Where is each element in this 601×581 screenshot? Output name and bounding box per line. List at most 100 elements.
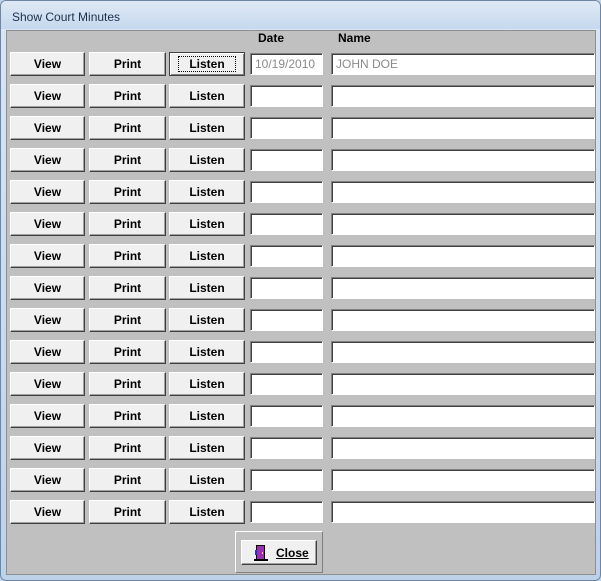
view-button[interactable]: View (10, 500, 85, 524)
listen-button-label: Listen (189, 153, 225, 167)
name-field[interactable] (331, 245, 595, 267)
date-field[interactable] (250, 501, 323, 523)
listen-button[interactable]: Listen (169, 436, 245, 460)
view-button[interactable]: View (10, 404, 85, 428)
view-button-label: View (33, 121, 62, 135)
listen-button-label: Listen (189, 377, 225, 391)
listen-button[interactable]: Listen (169, 180, 245, 204)
close-button[interactable]: Close (241, 540, 317, 565)
date-field[interactable] (250, 181, 323, 203)
date-field[interactable] (250, 341, 323, 363)
date-field[interactable] (250, 437, 323, 459)
name-field[interactable] (331, 405, 595, 427)
print-button-label: Print (113, 409, 142, 423)
minutes-row: View Print Listen 10/19/2010 JOHN DOE (7, 52, 597, 78)
date-field[interactable]: 10/19/2010 (250, 53, 323, 75)
listen-button[interactable]: Listen (169, 276, 245, 300)
minutes-panel: Date Name View Print Listen 10/19/2010 JOHN … (6, 30, 596, 575)
name-field[interactable] (331, 469, 595, 491)
view-button[interactable]: View (10, 340, 85, 364)
print-button-label: Print (113, 313, 142, 327)
listen-button[interactable]: Listen (169, 52, 245, 76)
view-button[interactable]: View (10, 308, 85, 332)
view-button[interactable]: View (10, 180, 85, 204)
listen-button[interactable]: Listen (169, 404, 245, 428)
print-button[interactable]: Print (89, 340, 166, 364)
listen-button[interactable]: Listen (169, 308, 245, 332)
listen-button-label: Listen (189, 121, 225, 135)
listen-button[interactable]: Listen (169, 212, 245, 236)
view-button-label: View (33, 473, 62, 487)
print-button[interactable]: Print (89, 116, 166, 140)
listen-button[interactable]: Listen (169, 372, 245, 396)
name-column-header: Name (338, 31, 371, 45)
date-field[interactable] (250, 213, 323, 235)
view-button[interactable]: View (10, 276, 85, 300)
print-button-label: Print (113, 121, 142, 135)
name-field[interactable] (331, 117, 595, 139)
date-field[interactable] (250, 117, 323, 139)
date-field[interactable] (250, 469, 323, 491)
name-field[interactable] (331, 309, 595, 331)
print-button[interactable]: Print (89, 436, 166, 460)
print-button[interactable]: Print (89, 372, 166, 396)
name-field[interactable] (331, 373, 595, 395)
view-button[interactable]: View (10, 84, 85, 108)
name-field[interactable]: JOHN DOE (331, 53, 595, 75)
view-button-label: View (33, 313, 62, 327)
name-field[interactable] (331, 501, 595, 523)
date-field[interactable] (250, 309, 323, 331)
date-field[interactable] (250, 149, 323, 171)
view-button-label: View (33, 89, 62, 103)
name-field[interactable] (331, 149, 595, 171)
view-button[interactable]: View (10, 52, 85, 76)
listen-button[interactable]: Listen (169, 340, 245, 364)
listen-button[interactable]: Listen (169, 500, 245, 524)
view-button-label: View (33, 409, 62, 423)
name-field[interactable] (331, 85, 595, 107)
name-field[interactable] (331, 277, 595, 299)
listen-button-label: Listen (189, 185, 225, 199)
listen-button[interactable]: Listen (169, 148, 245, 172)
view-button[interactable]: View (10, 116, 85, 140)
print-button[interactable]: Print (89, 500, 166, 524)
view-button[interactable]: View (10, 148, 85, 172)
view-button[interactable]: View (10, 244, 85, 268)
print-button[interactable]: Print (89, 404, 166, 428)
title-bar[interactable]: Show Court Minutes (1, 1, 600, 29)
date-field[interactable] (250, 85, 323, 107)
view-button[interactable]: View (10, 212, 85, 236)
print-button[interactable]: Print (89, 244, 166, 268)
print-button-label: Print (113, 217, 142, 231)
name-field[interactable] (331, 437, 595, 459)
date-field[interactable] (250, 277, 323, 299)
name-field[interactable] (331, 213, 595, 235)
listen-button[interactable]: Listen (169, 468, 245, 492)
view-button[interactable]: View (10, 436, 85, 460)
view-button[interactable]: View (10, 468, 85, 492)
date-field[interactable] (250, 405, 323, 427)
date-field[interactable] (250, 373, 323, 395)
print-button[interactable]: Print (89, 148, 166, 172)
name-field[interactable] (331, 181, 595, 203)
minutes-row: View Print Listen (7, 244, 597, 270)
print-button-label: Print (113, 281, 142, 295)
print-button[interactable]: Print (89, 180, 166, 204)
print-button-label: Print (113, 473, 142, 487)
listen-button-label: Listen (189, 89, 225, 103)
listen-button[interactable]: Listen (169, 116, 245, 140)
listen-button[interactable]: Listen (169, 244, 245, 268)
print-button[interactable]: Print (89, 468, 166, 492)
window-title: Show Court Minutes (12, 10, 121, 24)
date-field[interactable] (250, 245, 323, 267)
print-button[interactable]: Print (89, 308, 166, 332)
listen-button[interactable]: Listen (169, 84, 245, 108)
name-field[interactable] (331, 341, 595, 363)
print-button[interactable]: Print (89, 276, 166, 300)
view-button[interactable]: View (10, 372, 85, 396)
print-button[interactable]: Print (89, 52, 166, 76)
print-button[interactable]: Print (89, 84, 166, 108)
minutes-row: View Print Listen (7, 468, 597, 494)
listen-button-label: Listen (189, 313, 225, 327)
print-button[interactable]: Print (89, 212, 166, 236)
